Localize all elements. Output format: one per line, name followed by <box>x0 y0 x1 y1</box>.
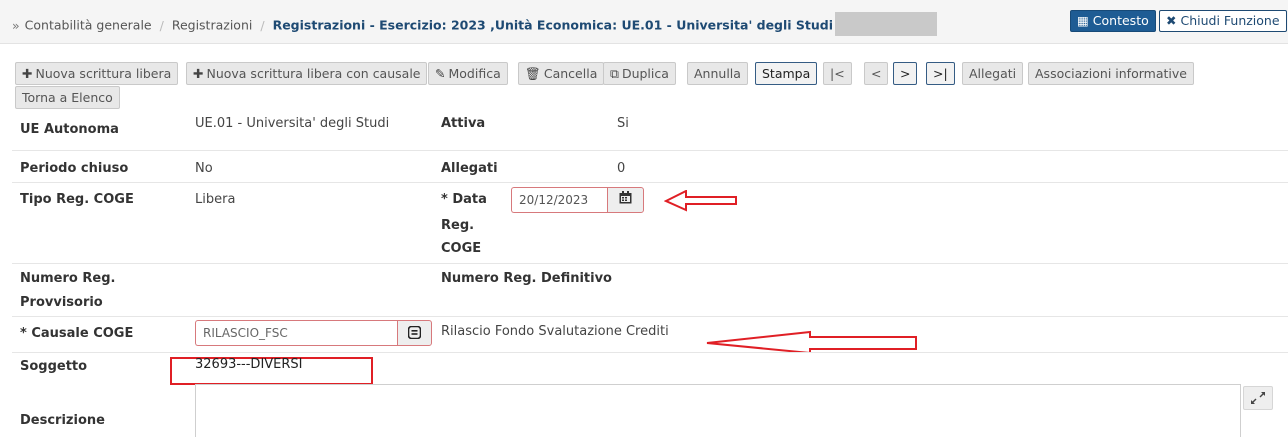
first-record-button[interactable]: |< <box>823 62 852 85</box>
causale-coge-label: * Causale COGE <box>20 326 134 341</box>
next-record-button[interactable]: > <box>893 62 918 85</box>
row-divider <box>12 263 1288 264</box>
breadcrumb-section[interactable]: Registrazioni <box>172 18 253 33</box>
button-label: > <box>900 66 911 81</box>
pencil-icon: ✎ <box>435 66 446 81</box>
breadcrumb-current: Registrazioni - Esercizio: 2023 ,Unità E… <box>272 17 834 33</box>
close-icon: ✖ <box>1166 13 1177 28</box>
ue-autonoma-value: UE.01 - Universita' degli Studi <box>195 116 390 131</box>
header-bar: » Contabilità generale / Registrazioni / Regi… <box>0 0 1288 44</box>
breadcrumb-separator: / <box>260 17 265 33</box>
button-label: >| <box>933 66 948 81</box>
plus-icon: ✚ <box>193 66 204 81</box>
attiva-label: Attiva <box>441 116 486 131</box>
button-label: Allegati <box>969 66 1017 81</box>
numero-reg-definitivo-label: Numero Reg. Definitivo <box>441 271 612 286</box>
breadcrumb-separator: / <box>159 17 164 33</box>
allegati-label: Allegati <box>441 161 498 176</box>
numero-reg-provvisorio-label-line1: Numero Reg. <box>20 271 116 286</box>
button-label: Modifica <box>448 66 501 81</box>
button-label: Stampa <box>762 66 811 81</box>
causale-lookup-button[interactable] <box>397 320 432 346</box>
button-label: Torna a Elenco <box>22 90 113 105</box>
modifica-button[interactable]: ✎ Modifica <box>428 62 508 85</box>
soggetto-value: 32693---DIVERSI <box>195 357 303 372</box>
button-label: Nuova scrittura libera con causale <box>206 66 421 81</box>
trash-icon: 🗑 <box>525 66 541 81</box>
soggetto-label: Soggetto <box>20 359 88 374</box>
data-reg-label-line3: COGE <box>441 241 482 256</box>
button-label: < <box>871 66 882 81</box>
row-divider <box>12 352 1288 353</box>
calendar-icon <box>619 191 632 204</box>
annulla-button[interactable]: Annulla <box>687 62 748 85</box>
tipo-reg-coge-label: Tipo Reg. COGE <box>20 192 134 207</box>
attiva-value: Si <box>617 116 629 131</box>
duplica-button[interactable]: ⧉ Duplica <box>603 62 676 85</box>
button-label: Cancella <box>543 66 598 81</box>
stampa-button[interactable]: Stampa <box>755 62 818 85</box>
button-label: Nuova scrittura libera <box>35 66 172 81</box>
causale-coge-input[interactable]: RILASCIO_FSC <box>195 320 397 346</box>
row-divider <box>12 316 1288 317</box>
descrizione-label: Descrizione <box>20 413 105 428</box>
row-divider <box>12 182 1288 183</box>
chiudi-funzione-button[interactable]: ✖ Chiudi Funzione <box>1159 10 1287 32</box>
calendar-button[interactable] <box>607 187 644 213</box>
button-label: |< <box>830 66 845 81</box>
data-reg-label-line1: * Data <box>441 192 487 207</box>
list-icon <box>407 325 422 340</box>
chiudi-funzione-label: Chiudi Funzione <box>1180 13 1280 28</box>
descrizione-textarea[interactable] <box>195 384 1241 437</box>
redacted-area <box>835 12 938 36</box>
expand-icon <box>1251 392 1265 404</box>
expand-button[interactable] <box>1243 386 1273 410</box>
numero-reg-provvisorio-label-line2: Provvisorio <box>20 295 103 310</box>
annotation-arrow-icon <box>706 330 917 352</box>
contesto-label: Contesto <box>1092 13 1149 28</box>
contesto-button[interactable]: ▦ Contesto <box>1070 10 1156 32</box>
qr-code-icon: ▦ <box>1077 13 1089 28</box>
data-reg-label-line2: Reg. <box>441 218 475 233</box>
row-divider <box>12 150 1288 151</box>
associazioni-informative-button[interactable]: Associazioni informative <box>1028 62 1194 85</box>
data-reg-coge-input[interactable]: 20/12/2023 <box>511 187 607 213</box>
periodo-chiuso-value: No <box>195 161 213 176</box>
nuova-scrittura-causale-button[interactable]: ✚ Nuova scrittura libera con causale <box>186 62 428 85</box>
allegati-button[interactable]: Allegati <box>962 62 1024 85</box>
ue-autonoma-label: UE Autonoma <box>20 122 119 137</box>
plus-icon: ✚ <box>22 66 33 81</box>
previous-record-button[interactable]: < <box>864 62 889 85</box>
annotation-arrow-icon <box>664 190 737 212</box>
breadcrumb: » Contabilità generale / Registrazioni / Regi… <box>12 12 938 38</box>
allegati-value: 0 <box>617 161 626 176</box>
causale-description: Rilascio Fondo Svalutazione Crediti <box>441 324 669 339</box>
breadcrumb-chevron-icon: » <box>12 17 20 33</box>
torna-a-elenco-button[interactable]: Torna a Elenco <box>15 86 120 109</box>
button-label: Associazioni informative <box>1035 66 1187 81</box>
periodo-chiuso-label: Periodo chiuso <box>20 161 129 176</box>
nuova-scrittura-libera-button[interactable]: ✚ Nuova scrittura libera <box>15 62 179 85</box>
tipo-reg-coge-value: Libera <box>195 192 236 207</box>
cancella-button[interactable]: 🗑 Cancella <box>518 62 605 85</box>
last-record-button[interactable]: >| <box>926 62 955 85</box>
breadcrumb-root[interactable]: Contabilità generale <box>25 18 152 33</box>
button-label: Duplica <box>621 66 669 81</box>
button-label: Annulla <box>694 66 741 81</box>
copy-icon: ⧉ <box>610 66 619 81</box>
